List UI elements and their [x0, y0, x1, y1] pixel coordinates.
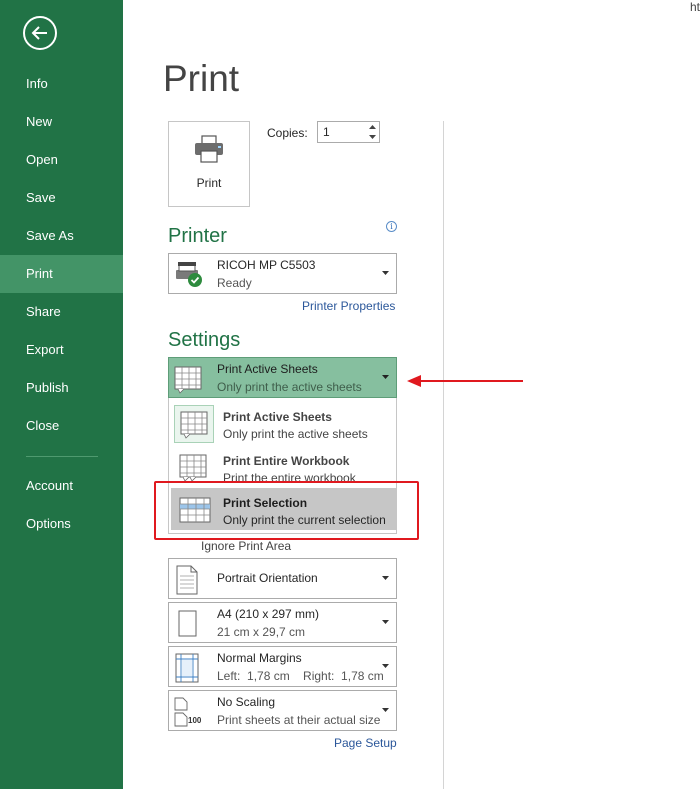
truncated-corner-text: ht [689, 0, 700, 14]
printer-heading: Printer [168, 225, 227, 247]
menu-item-print-active-sheets[interactable]: Print Active Sheets Only print the activ… [171, 402, 396, 444]
nav-options[interactable]: Options [0, 505, 123, 543]
margins-dropdown[interactable]: Normal Margins Left: 1,78 cm Right: 1,78… [168, 646, 397, 687]
ignore-print-area-option[interactable]: Ignore Print Area [201, 539, 291, 553]
menu-item-title: Print Entire Workbook [223, 454, 350, 468]
nav-info[interactable]: Info [0, 65, 123, 103]
back-arrow-icon [31, 26, 47, 40]
nav-close[interactable]: Close [0, 407, 123, 445]
margins-desc: Left: 1,78 cm Right: 1,78 cm [217, 669, 384, 683]
copies-increment[interactable] [365, 122, 379, 132]
paper-size-dropdown[interactable]: A4 (210 x 297 mm) 21 cm x 29,7 cm [168, 602, 397, 643]
orientation-value: Portrait Orientation [217, 571, 318, 585]
orientation-dropdown[interactable]: Portrait Orientation [168, 558, 397, 599]
paper-size-desc: 21 cm x 29,7 cm [217, 625, 306, 639]
copies-label: Copies: [267, 126, 308, 140]
paper-size-icon [178, 610, 197, 637]
margins-title: Normal Margins [217, 651, 302, 665]
chevron-down-icon [382, 271, 389, 275]
back-button[interactable] [23, 16, 57, 50]
paper-size-title: A4 (210 x 297 mm) [217, 607, 320, 621]
menu-item-desc: Only print the active sheets [223, 427, 368, 441]
scaling-title: No Scaling [217, 695, 276, 709]
settings-heading: Settings [168, 329, 241, 351]
print-scope-desc: Only print the active sheets [217, 380, 362, 394]
scaling-desc: Print sheets at their actual size [217, 713, 381, 727]
active-sheets-icon [174, 405, 214, 443]
printer-dropdown[interactable]: RICOH MP C5503 Ready [168, 253, 397, 294]
chevron-down-icon [382, 375, 389, 379]
scaling-icon-label: 100 [188, 716, 202, 725]
menu-item-title: Print Active Sheets [223, 410, 332, 424]
nav-separator [26, 456, 98, 457]
print-button-label: Print [196, 176, 222, 190]
copies-value: 1 [323, 125, 330, 139]
info-icon[interactable]: i [386, 221, 397, 232]
page-setup-link[interactable]: Page Setup [334, 736, 397, 750]
nav-save[interactable]: Save [0, 179, 123, 217]
margins-icon [175, 653, 199, 683]
scaling-dropdown[interactable]: 100 No Scaling Print sheets at their act… [168, 690, 397, 731]
chevron-down-icon [382, 664, 389, 668]
printer-name: RICOH MP C5503 [217, 258, 316, 272]
printer-ready-icon [176, 262, 202, 287]
print-scope-dropdown[interactable]: Print Active Sheets Only print the activ… [168, 357, 397, 398]
nav-export[interactable]: Export [0, 331, 123, 369]
chevron-down-icon [382, 576, 389, 580]
print-button[interactable]: Print [168, 121, 250, 207]
copies-decrement[interactable] [365, 132, 379, 142]
printer-icon [195, 135, 223, 163]
annotation-arrow-icon [407, 375, 523, 387]
printer-status: Ready [217, 276, 252, 290]
nav-print[interactable]: Print [0, 255, 123, 293]
printer-properties-link[interactable]: Printer Properties [302, 299, 395, 313]
sheets-icon [174, 366, 202, 394]
nav-new[interactable]: New [0, 103, 123, 141]
print-scope-title: Print Active Sheets [217, 362, 318, 376]
copies-stepper[interactable]: 1 [317, 121, 380, 143]
nav-save-as[interactable]: Save As [0, 217, 123, 255]
backstage-sidebar: Info New Open Save Save As Print Share E… [0, 0, 123, 789]
chevron-down-icon [382, 620, 389, 624]
page-title: Print [163, 58, 240, 99]
portrait-page-icon [176, 565, 198, 595]
nav-account[interactable]: Account [0, 467, 123, 505]
chevron-down-icon [382, 708, 389, 712]
chevron-up-icon [369, 125, 376, 129]
chevron-down-icon [369, 135, 376, 139]
annotation-highlight-box [154, 481, 419, 540]
nav-publish[interactable]: Publish [0, 369, 123, 407]
preview-divider [443, 121, 444, 789]
nav-share[interactable]: Share [0, 293, 123, 331]
nav-open[interactable]: Open [0, 141, 123, 179]
